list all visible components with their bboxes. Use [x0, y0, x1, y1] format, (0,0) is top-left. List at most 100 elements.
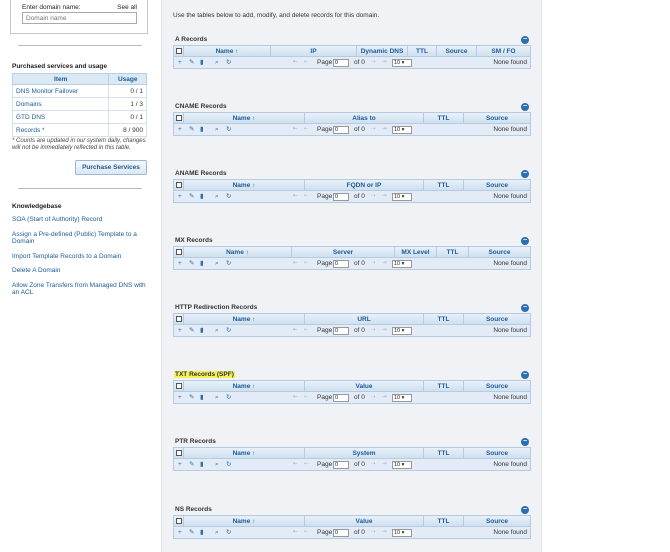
column-header[interactable]: Alias to	[305, 113, 424, 123]
next-page-icon[interactable]: ⇢	[371, 193, 376, 199]
column-header[interactable]: Name ↑	[184, 180, 305, 190]
prev-page-icon[interactable]: ⇠	[304, 327, 309, 333]
last-page-icon[interactable]: ⇥	[382, 126, 387, 132]
collapse-icon[interactable]: −	[521, 438, 529, 446]
column-header[interactable]: Server	[292, 247, 395, 257]
add-icon[interactable]: +	[178, 59, 182, 67]
page-input[interactable]: 0	[333, 326, 349, 335]
collapse-icon[interactable]: −	[521, 506, 529, 514]
delete-icon[interactable]: ▮	[200, 260, 204, 268]
next-page-icon[interactable]: ⇢	[371, 126, 376, 132]
page-input[interactable]: 0	[333, 58, 349, 67]
column-header[interactable]: TTL	[437, 247, 469, 257]
delete-icon[interactable]: ▮	[200, 394, 204, 402]
per-page-select[interactable]: 10 ▾	[392, 58, 412, 67]
column-header[interactable]: SM / FO	[477, 46, 530, 56]
column-header[interactable]: TTL	[424, 516, 464, 526]
search-icon[interactable]: ⌕	[215, 59, 219, 67]
purchase-services-button[interactable]: Purchase Services	[75, 160, 147, 175]
column-header[interactable]: MX Level	[395, 247, 437, 257]
column-header[interactable]: TTL	[408, 46, 437, 56]
search-icon[interactable]: ⌕	[215, 327, 219, 335]
last-page-icon[interactable]: ⇥	[382, 529, 387, 535]
search-icon[interactable]: ⌕	[215, 260, 219, 268]
refresh-icon[interactable]: ↻	[226, 59, 231, 67]
delete-icon[interactable]: ▮	[200, 193, 204, 201]
column-header[interactable]: Source	[464, 448, 530, 458]
see-all-link[interactable]: See all	[117, 4, 137, 11]
first-page-icon[interactable]: ⇤	[293, 59, 298, 65]
per-page-select[interactable]: 10 ▾	[392, 393, 412, 402]
delete-icon[interactable]: ▮	[200, 126, 204, 134]
collapse-icon[interactable]: −	[521, 237, 529, 245]
per-page-select[interactable]: 10 ▾	[392, 192, 412, 201]
edit-icon[interactable]: ✎	[189, 59, 194, 67]
column-header[interactable]: Name ↑	[184, 113, 305, 123]
prev-page-icon[interactable]: ⇠	[304, 461, 309, 467]
first-page-icon[interactable]: ⇤	[293, 193, 298, 199]
first-page-icon[interactable]: ⇤	[293, 260, 298, 266]
add-icon[interactable]: +	[178, 327, 182, 335]
column-header[interactable]: IP	[271, 46, 357, 56]
per-page-select[interactable]: 10 ▾	[392, 528, 412, 537]
per-page-select[interactable]: 10 ▾	[392, 460, 412, 469]
prev-page-icon[interactable]: ⇠	[304, 529, 309, 535]
select-all-checkbox[interactable]	[174, 247, 184, 257]
search-icon[interactable]: ⌕	[215, 529, 219, 537]
last-page-icon[interactable]: ⇥	[382, 260, 387, 266]
kb-link-zone-transfers[interactable]: Allow Zone Transfers from Managed DNS wi…	[12, 282, 152, 297]
column-header[interactable]: Source	[437, 46, 477, 56]
add-icon[interactable]: +	[178, 126, 182, 134]
select-all-checkbox[interactable]	[174, 46, 184, 56]
refresh-icon[interactable]: ↻	[226, 260, 231, 268]
column-header[interactable]: URL	[305, 314, 424, 324]
column-header[interactable]: TTL	[424, 113, 464, 123]
select-all-checkbox[interactable]	[174, 381, 184, 391]
refresh-icon[interactable]: ↻	[226, 461, 231, 469]
last-page-icon[interactable]: ⇥	[382, 327, 387, 333]
first-page-icon[interactable]: ⇤	[293, 529, 298, 535]
page-input[interactable]: 0	[333, 460, 349, 469]
collapse-icon[interactable]: −	[521, 304, 529, 312]
refresh-icon[interactable]: ↻	[226, 193, 231, 201]
column-header[interactable]: Dynamic DNS	[357, 46, 408, 56]
usage-item-dns-monitor[interactable]: DNS Monitor Failover	[11, 84, 110, 98]
add-icon[interactable]: +	[178, 394, 182, 402]
edit-icon[interactable]: ✎	[189, 529, 194, 537]
kb-link-delete-domain[interactable]: Delete A Domain	[12, 267, 152, 275]
select-all-checkbox[interactable]	[174, 516, 184, 526]
column-header[interactable]: Source	[469, 247, 530, 257]
next-page-icon[interactable]: ⇢	[371, 59, 376, 65]
last-page-icon[interactable]: ⇥	[382, 461, 387, 467]
column-header[interactable]: Name ↑	[184, 381, 305, 391]
next-page-icon[interactable]: ⇢	[371, 529, 376, 535]
per-page-select[interactable]: 10 ▾	[392, 326, 412, 335]
first-page-icon[interactable]: ⇤	[293, 327, 298, 333]
add-icon[interactable]: +	[178, 529, 182, 537]
column-header[interactable]: FQDN or IP	[305, 180, 424, 190]
next-page-icon[interactable]: ⇢	[371, 260, 376, 266]
column-header[interactable]: Source	[464, 314, 530, 324]
search-icon[interactable]: ⌕	[215, 126, 219, 134]
first-page-icon[interactable]: ⇤	[293, 394, 298, 400]
next-page-icon[interactable]: ⇢	[371, 461, 376, 467]
usage-item-domains[interactable]: Domains	[11, 97, 110, 111]
column-header[interactable]: System	[305, 448, 424, 458]
prev-page-icon[interactable]: ⇠	[304, 59, 309, 65]
page-input[interactable]: 0	[333, 528, 349, 537]
column-header[interactable]: TTL	[424, 381, 464, 391]
next-page-icon[interactable]: ⇢	[371, 394, 376, 400]
column-header[interactable]: TTL	[424, 448, 464, 458]
page-input[interactable]: 0	[333, 125, 349, 134]
column-header[interactable]: Source	[464, 180, 530, 190]
prev-page-icon[interactable]: ⇠	[304, 193, 309, 199]
edit-icon[interactable]: ✎	[189, 327, 194, 335]
column-header[interactable]: Name ↑	[184, 314, 305, 324]
last-page-icon[interactable]: ⇥	[382, 394, 387, 400]
refresh-icon[interactable]: ↻	[226, 394, 231, 402]
refresh-icon[interactable]: ↻	[226, 529, 231, 537]
edit-icon[interactable]: ✎	[189, 126, 194, 134]
domain-name-input[interactable]	[22, 12, 137, 24]
delete-icon[interactable]: ▮	[200, 327, 204, 335]
collapse-icon[interactable]: −	[521, 371, 529, 379]
